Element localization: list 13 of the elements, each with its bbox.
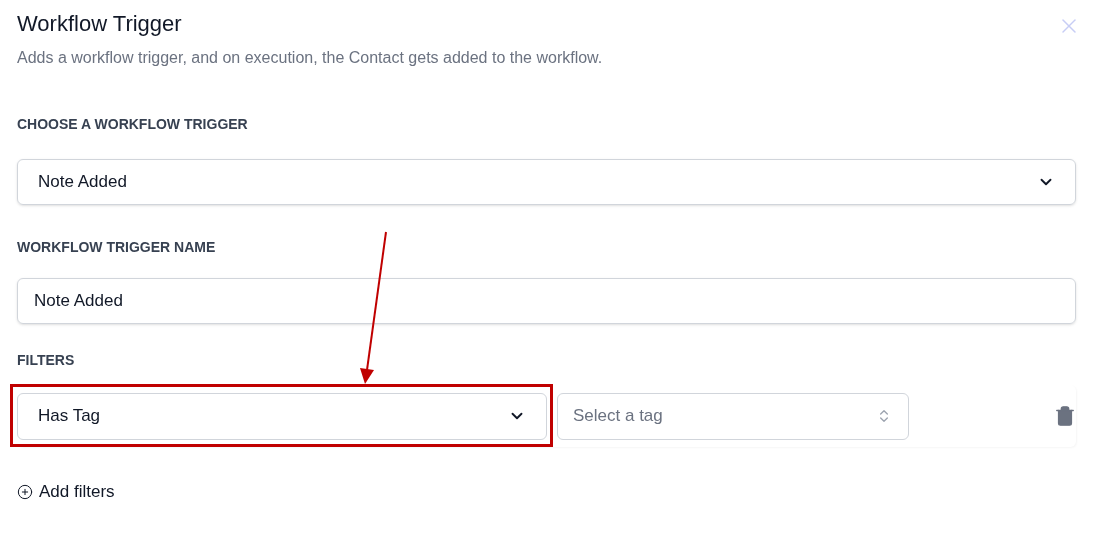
trash-icon xyxy=(1054,405,1076,427)
section-label: FILTERS xyxy=(17,351,76,370)
section-label: CHOOSE A WORKFLOW TRIGGER xyxy=(17,115,249,134)
section-label: WORKFLOW TRIGGER NAME xyxy=(17,238,217,257)
condition-select[interactable]: Has Tag xyxy=(17,392,547,440)
tag-select[interactable]: Select a tag xyxy=(557,392,909,440)
dialog-title: Workflow Trigger xyxy=(17,10,182,38)
delete-button[interactable] xyxy=(1054,405,1076,427)
plus-circle-icon xyxy=(17,483,33,500)
add-filters-button[interactable]: Add filters xyxy=(17,479,115,505)
trigger-select[interactable]: Note Added xyxy=(17,159,1076,205)
trigger-name-field[interactable]: Note Added xyxy=(17,278,1076,324)
dialog-description: Adds a workflow trigger, and on execution, the Contact gets added to the workflow. xyxy=(17,48,604,68)
